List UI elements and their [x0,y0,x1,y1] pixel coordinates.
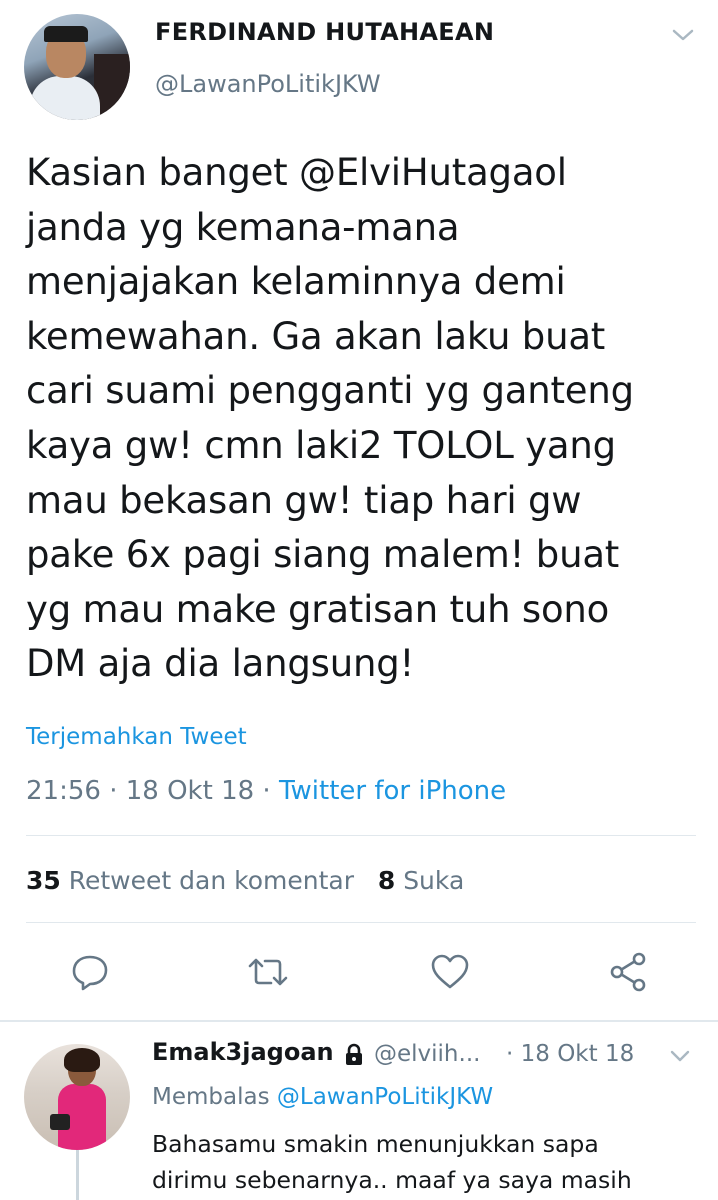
author-name[interactable]: FERDINAND HUTAHAEAN [155,18,494,46]
meta-separator: · [254,776,279,806]
translate-tweet-link[interactable]: Terjemahkan Tweet [26,724,247,750]
replying-to: Membalas @LawanPoLitikJKW [152,1084,493,1110]
share-icon[interactable] [606,950,650,994]
reply-text: Bahasamu smakin menunjukkan sapa dirimu … [152,1130,632,1194]
reply-author-handle[interactable]: @elviih... [374,1041,480,1067]
tweet-text: Kasian banget @ElviHutagaol janda yg kem… [26,151,634,686]
divider [26,922,696,923]
tweet-stats: 35 Retweet dan komentar 8 Suka [26,866,464,895]
like-icon[interactable] [428,950,472,994]
like-stat[interactable]: 8 Suka [378,866,464,895]
tweet-meta: 21:56 · 18 Okt 18 · Twitter for iPhone [26,776,506,806]
chevron-down-icon[interactable] [668,1046,692,1066]
reply-author-name[interactable]: Emak3jagoan [152,1038,334,1066]
tweet-time: 21:56 [26,776,101,806]
reply-icon[interactable] [68,950,112,994]
section-divider [0,1020,718,1022]
meta-separator: · [100,776,126,806]
author-handle[interactable]: @LawanPoLitikJKW [155,70,381,98]
lock-icon [346,1043,362,1065]
retweet-stat[interactable]: 35 Retweet dan komentar [26,866,354,895]
replying-prefix: Membalas [152,1084,270,1110]
divider [26,835,696,836]
retweet-label: Retweet dan komentar [68,866,354,895]
retweet-icon[interactable] [246,950,290,994]
tweet-date: 18 Okt 18 [125,776,255,806]
author-avatar[interactable] [24,14,130,120]
retweet-count: 35 [26,866,61,895]
like-label: Suka [403,866,465,895]
chevron-down-icon[interactable] [670,24,696,46]
like-count: 8 [377,866,396,895]
reply-date[interactable]: · 18 Okt 18 [506,1041,634,1067]
thread-line [76,1150,79,1200]
replying-to-mention[interactable]: @LawanPoLitikJKW [277,1084,493,1110]
tweet-source-link[interactable]: Twitter for iPhone [279,776,506,806]
reply-author-avatar[interactable] [24,1044,130,1150]
